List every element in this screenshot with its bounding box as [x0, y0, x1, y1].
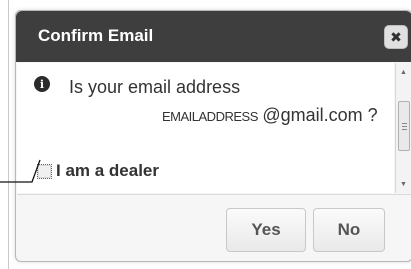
confirm-email-dialog: Confirm Email ✖ i Is your email address … [15, 10, 411, 262]
dialog-titlebar[interactable]: Confirm Email ✖ [16, 11, 411, 62]
dialog-title: Confirm Email [38, 26, 154, 45]
yes-button[interactable]: Yes [226, 208, 306, 252]
content-scrollbar[interactable]: ▲ ▼ [395, 63, 411, 193]
scroll-grip-icon [401, 122, 407, 130]
scroll-up-icon[interactable]: ▲ [396, 65, 411, 79]
dealer-checkbox-row[interactable]: I am a dealer [37, 161, 159, 181]
no-button[interactable]: No [313, 208, 385, 252]
email-question: Is your email address [69, 77, 241, 97]
page-left-border [8, 0, 9, 269]
dialog-content: i Is your email address EMAILADDRESS @gm… [17, 63, 394, 193]
dealer-label[interactable]: I am a dealer [56, 161, 159, 181]
info-icon: i [34, 76, 50, 92]
close-button[interactable]: ✖ [384, 25, 408, 49]
scroll-thumb[interactable] [398, 101, 410, 151]
dealer-checkbox[interactable] [37, 163, 52, 179]
email-domain: @gmail.com ? [262, 105, 378, 125]
email-placeholder: EMAILADDRESS [162, 109, 258, 124]
info-icon-glyph: i [39, 77, 45, 91]
email-address-line: EMAILADDRESS @gmail.com ? [162, 105, 378, 126]
scroll-down-icon[interactable]: ▼ [396, 177, 411, 191]
close-icon: ✖ [390, 29, 402, 45]
button-divider [17, 194, 411, 195]
